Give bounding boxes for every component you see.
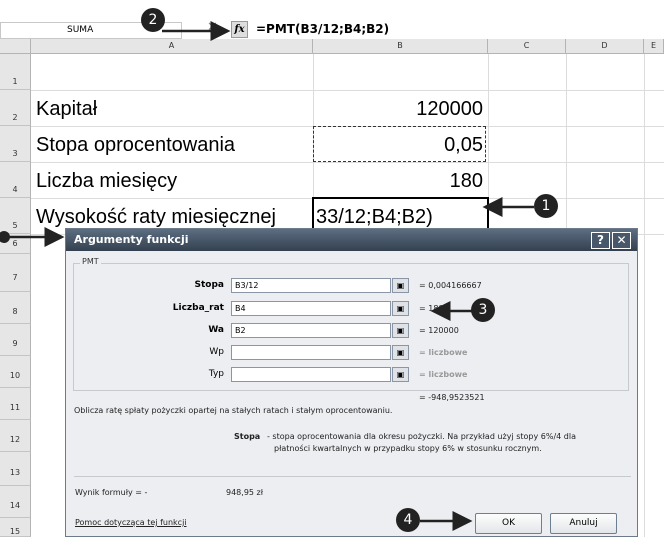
callout-badge-1: 1 [534, 194, 558, 218]
callout-badge-4: 4 [396, 508, 420, 532]
callout-badge-3: 3 [471, 298, 495, 322]
callout-dot [0, 231, 10, 243]
callout-arrows [0, 21, 534, 531]
callout-badge-2: 2 [141, 8, 165, 32]
